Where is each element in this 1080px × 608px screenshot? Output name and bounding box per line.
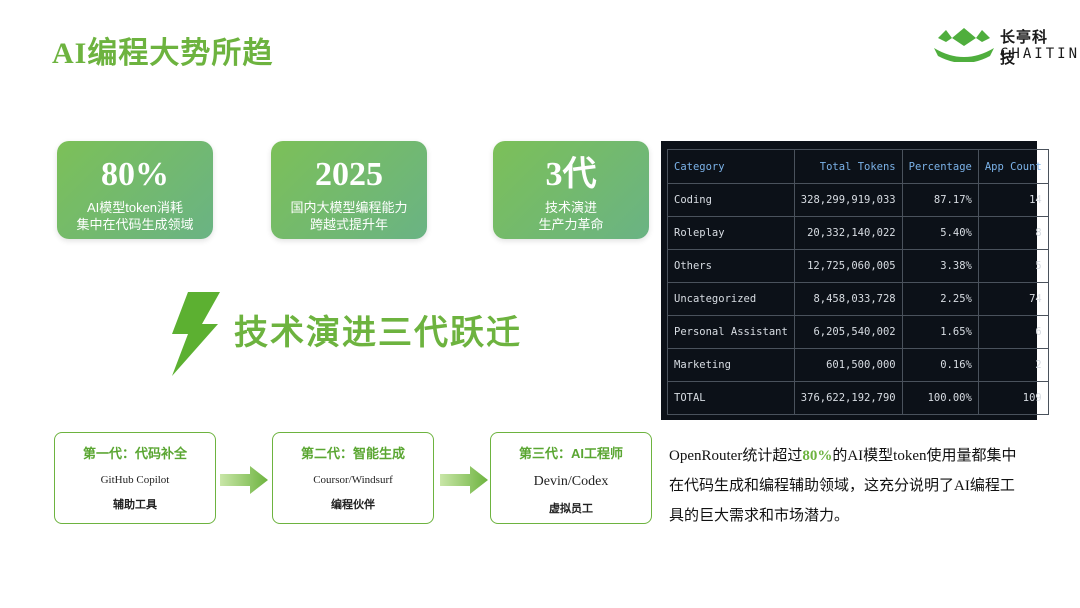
table-cell: Roleplay [667, 216, 795, 250]
description-text: OpenRouter统计超过 [669, 448, 803, 464]
table-cell: Others [667, 249, 795, 283]
generation-header: 第三代：AI工程师 [518, 446, 623, 461]
table-cell: Marketing [667, 348, 795, 382]
table-cell: 74 [977, 282, 1049, 316]
logo-name-en: CHAITIN [1000, 46, 1080, 62]
description-highlight: 80% [802, 448, 833, 464]
table-cell: 1.65% [901, 315, 979, 349]
generation-card: 第二代：智能生成 Coursor/Windsurf 编程伙伴 [272, 432, 434, 524]
stat-value: 3代 [545, 156, 597, 193]
generation-role: 辅助工具 [113, 499, 157, 511]
stat-card: 2025 国内大模型编程能力 跨越式提升年 [271, 141, 427, 239]
token-usage-table: Category Total Tokens Percentage App Cou… [661, 141, 1049, 420]
stat-value: 2025 [315, 156, 383, 193]
table-row: Roleplay 20,332,140,022 5.40% 8 [667, 216, 1049, 250]
stat-card: 80% AI模型token消耗 集中在代码生成领域 [57, 141, 213, 239]
page-title: AI编程大势所趋 [52, 37, 274, 70]
arrow-right-icon [220, 466, 268, 494]
table-row: Others 12,725,060,005 3.38% 5 [667, 249, 1049, 283]
stat-card: 3代 技术演进 生产力革命 [493, 141, 649, 239]
column-header: Total Tokens [793, 149, 903, 184]
table-row: Uncategorized 8,458,033,728 2.25% 74 [667, 282, 1049, 316]
chaitin-logo-icon [934, 28, 994, 62]
headline: 技术演进三代跃迁 [234, 314, 522, 352]
generation-role: 虚拟员工 [549, 503, 593, 515]
description-paragraph: OpenRouter统计超过80%的AI模型token使用量都集中在代码生成和编… [669, 441, 1029, 531]
generation-tool: Coursor/Windsurf [313, 474, 393, 486]
company-logo: 长亭科技 CHAITIN [932, 22, 1077, 67]
table-cell: 3.38% [901, 249, 979, 283]
table-cell: Coding [667, 183, 795, 217]
table-cell: 2 [977, 348, 1049, 382]
table-cell: 601,500,000 [793, 348, 903, 382]
table-cell: 2.25% [901, 282, 979, 316]
table-cell: 8 [977, 216, 1049, 250]
table-header-row: Category Total Tokens Percentage App Cou… [667, 149, 1049, 184]
table-cell: 8,458,033,728 [793, 282, 903, 316]
lightning-bolt-icon [172, 292, 220, 376]
table-cell: 5.40% [901, 216, 979, 250]
table-cell: 12,725,060,005 [793, 249, 903, 283]
generation-tool: Devin/Codex [533, 474, 609, 489]
stat-line2: 生产力革命 [538, 217, 604, 232]
column-header: Percentage [901, 149, 979, 184]
table-row: Coding 328,299,919,033 87.17% 14 [667, 183, 1049, 217]
generation-header: 第二代：智能生成 [300, 446, 405, 461]
table-cell: 0.16% [901, 348, 979, 382]
table-cell: 5 [977, 249, 1049, 283]
table-total-row: TOTAL 376,622,192,790 100.00% 109 [667, 381, 1049, 415]
table-cell: TOTAL [667, 381, 795, 415]
stat-line2: 集中在代码生成领域 [76, 217, 194, 232]
generation-header: 第一代：代码补全 [82, 446, 187, 461]
table-row: Marketing 601,500,000 0.16% 2 [667, 348, 1049, 382]
generation-card: 第一代：代码补全 GitHub Copilot 辅助工具 [54, 432, 216, 524]
table-cell: 100.00% [901, 381, 979, 415]
column-header: App Count [977, 149, 1049, 184]
table-cell: 6 [977, 315, 1049, 349]
column-header: Category [667, 149, 795, 184]
table-cell: 109 [977, 381, 1049, 415]
table-cell: 6,205,540,002 [793, 315, 903, 349]
table-cell: Personal Assistant [667, 315, 795, 349]
table-cell: 376,622,192,790 [793, 381, 903, 415]
generation-card: 第三代：AI工程师 Devin/Codex 虚拟员工 [490, 432, 652, 524]
table-row: Personal Assistant 6,205,540,002 1.65% 6 [667, 315, 1049, 349]
stat-value: 80% [101, 156, 169, 193]
arrow-right-icon [440, 466, 488, 494]
table-cell: 328,299,919,033 [793, 183, 903, 217]
generation-role: 编程伙伴 [331, 499, 375, 511]
table-cell: 14 [977, 183, 1049, 217]
generation-tool: GitHub Copilot [100, 474, 170, 486]
table-cell: 87.17% [901, 183, 979, 217]
table-cell: Uncategorized [667, 282, 795, 316]
stat-line1: AI模型token消耗 [86, 200, 184, 215]
stat-line2: 跨越式提升年 [309, 217, 388, 232]
stat-line1: 国内大模型编程能力 [290, 200, 408, 215]
table-cell: 20,332,140,022 [793, 216, 903, 250]
stat-line1: 技术演进 [544, 200, 597, 215]
